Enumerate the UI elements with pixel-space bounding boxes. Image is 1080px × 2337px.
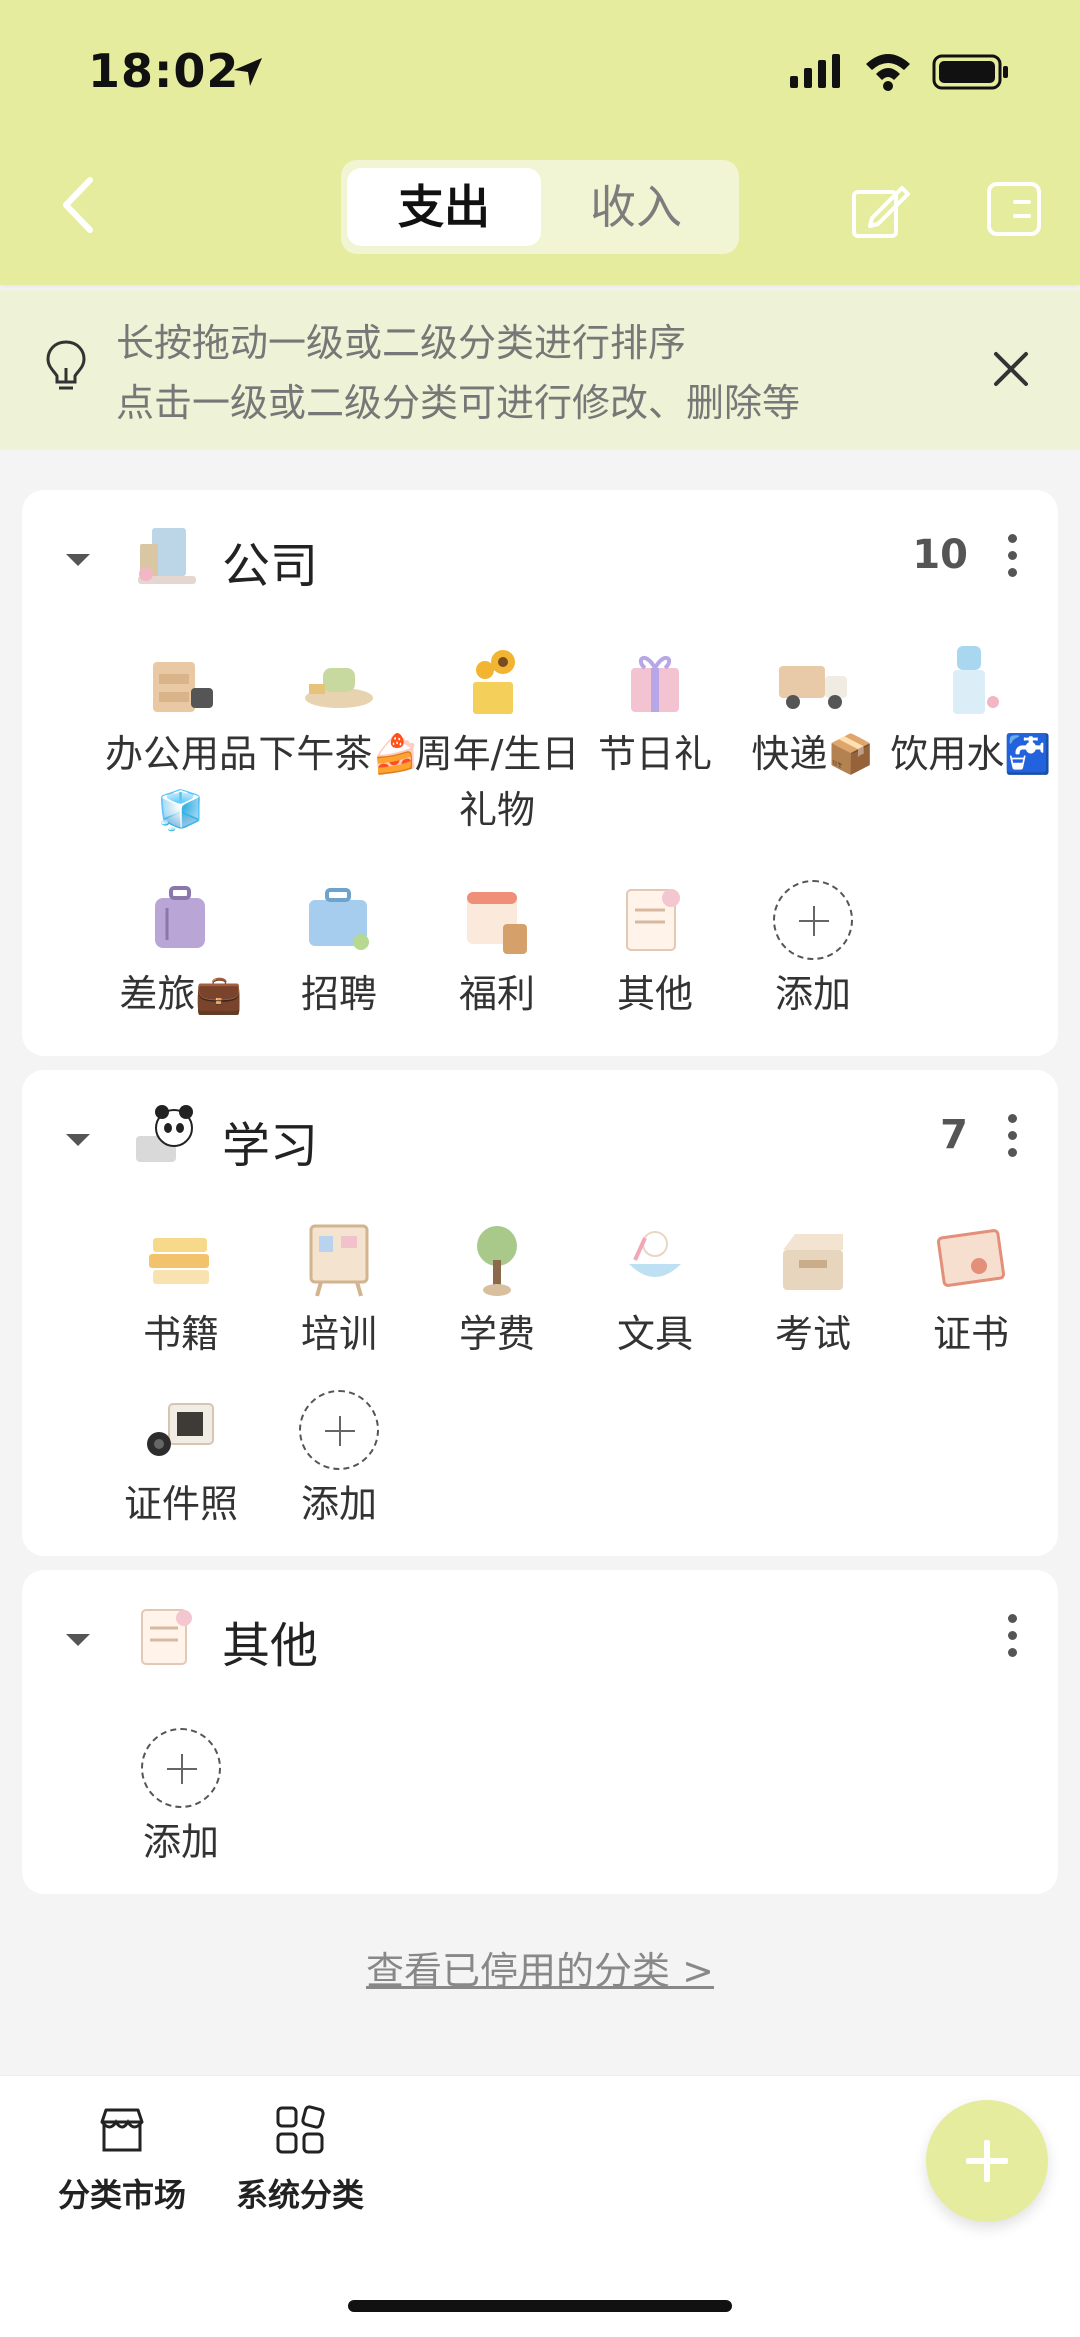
category-label: 福利 <box>458 972 535 1016</box>
category-label: 证件照 <box>123 1482 238 1526</box>
recruit-bag-icon <box>309 888 369 950</box>
lightbulb-icon <box>46 340 86 390</box>
signal-icon <box>790 54 840 88</box>
calendar-benefit-icon <box>467 892 527 954</box>
memo-icon <box>626 889 680 951</box>
tab-system-categories[interactable]: 系统分类 <box>220 2104 380 2216</box>
wifi-icon <box>866 54 910 91</box>
category-label: 培训 <box>300 1312 377 1356</box>
suitcase-icon <box>155 886 205 948</box>
bottom-bar: 分类市场 系统分类 <box>0 2075 1080 2337</box>
status-bar: 18:02 <box>0 0 1080 140</box>
group-header[interactable]: 公司 10 <box>22 490 1058 630</box>
shop-icon <box>100 2108 144 2152</box>
category-label: 其他 <box>616 972 693 1016</box>
certificate-icon <box>936 1229 1006 1287</box>
add-label: 添加 <box>774 972 851 1016</box>
add-label: 添加 <box>142 1820 219 1864</box>
category-label: 证书 <box>932 1312 1009 1356</box>
category-label: 文具 <box>616 1312 693 1356</box>
tab-expense[interactable]: 支出 <box>347 168 541 246</box>
group-title: 公司 <box>222 538 319 594</box>
collapse-caret-icon[interactable] <box>66 1134 90 1146</box>
office-building-icon <box>138 528 196 584</box>
money-tree-icon <box>477 1226 517 1296</box>
afternoon-tea-icon <box>305 668 373 708</box>
books-icon <box>149 1238 209 1284</box>
battery-icon <box>932 54 1008 90</box>
more-icon[interactable] <box>1002 1114 1022 1164</box>
tip-text-line1: 长按拖动一级或二级分类进行排序 <box>116 321 687 365</box>
more-icon[interactable] <box>1002 1614 1022 1664</box>
add-label: 添加 <box>300 1482 377 1526</box>
category-label: 招聘 <box>300 972 377 1016</box>
category-label: 周年/生日礼物 <box>414 732 580 832</box>
category-label: 节日礼 <box>597 732 712 776</box>
delivery-truck-icon <box>779 666 847 709</box>
memo-group-icon <box>141 1609 192 1665</box>
category-label: 差旅💼 <box>119 972 243 1016</box>
group-title: 学习 <box>222 1118 319 1174</box>
edit-icon[interactable] <box>850 180 912 242</box>
tip-text-line2: 点击一级或二级分类可进行修改、删除等 <box>116 381 801 425</box>
category-label: 办公用品🧊 <box>104 732 257 832</box>
sunflower-gift-icon <box>473 650 515 714</box>
group-count: 7 <box>940 1112 968 1158</box>
tip-banner: 长按拖动一级或二级分类进行排序 点击一级或二级分类可进行修改、删除等 <box>0 290 1080 450</box>
category-label: 学费 <box>458 1312 535 1356</box>
group-header[interactable]: 其他 <box>22 1570 1058 1710</box>
group-count: 10 <box>912 532 968 578</box>
home-indicator <box>348 2300 732 2312</box>
gift-box-icon <box>631 655 679 712</box>
category-label: 饮用水🚰 <box>890 732 1052 776</box>
status-time: 18:02 <box>88 44 240 98</box>
office-supplies-icon <box>153 662 213 712</box>
tab-label: 分类市场 <box>57 2176 186 2214</box>
water-dispenser-icon <box>953 646 999 714</box>
category-label: 快递📦 <box>751 732 875 776</box>
grid-icon <box>276 2105 325 2154</box>
category-label: 下午茶🍰 <box>258 732 420 776</box>
exam-box-icon <box>783 1234 843 1290</box>
type-switch: 支出 收入 <box>341 160 739 254</box>
close-icon[interactable] <box>990 348 1032 390</box>
category-label: 考试 <box>774 1312 851 1356</box>
view-disabled-categories-link[interactable]: 查看已停用的分类 > <box>0 1940 1080 1995</box>
camera-icon <box>147 1403 214 1456</box>
category-label: 书籍 <box>142 1312 219 1356</box>
top-bar: 18:02 支出 收入 <box>0 0 1080 285</box>
sidebar-icon[interactable] <box>985 180 1043 238</box>
add-fab-button[interactable] <box>926 2100 1048 2222</box>
group-header[interactable]: 学习 7 <box>22 1070 1058 1210</box>
more-icon[interactable] <box>1002 534 1022 584</box>
tab-category-market[interactable]: 分类市场 <box>42 2104 202 2216</box>
panda-study-icon <box>136 1105 193 1162</box>
tab-income[interactable]: 收入 <box>539 168 733 246</box>
group-title: 其他 <box>222 1618 319 1674</box>
collapse-caret-icon[interactable] <box>66 1634 90 1646</box>
add-icon <box>773 880 853 960</box>
collapse-caret-icon[interactable] <box>66 554 90 566</box>
add-icon <box>141 1728 221 1808</box>
tab-label: 系统分类 <box>235 2176 364 2214</box>
category-group-study: 学习 7 书籍 培训 学费 文具 考试 证书 证件照 添加 <box>22 1070 1058 1556</box>
board-icon <box>309 1224 369 1297</box>
back-button[interactable] <box>50 170 110 240</box>
location-arrow-icon <box>234 58 262 86</box>
category-group-company: 公司 10 办公用品🧊 下午茶🍰 周年/生日礼物 节日礼 快递📦 饮用水🚰 差旅… <box>22 490 1058 1056</box>
category-group-other: 其他 添加 <box>22 1570 1058 1894</box>
add-icon <box>299 1390 379 1470</box>
stationery-icon <box>629 1231 681 1277</box>
